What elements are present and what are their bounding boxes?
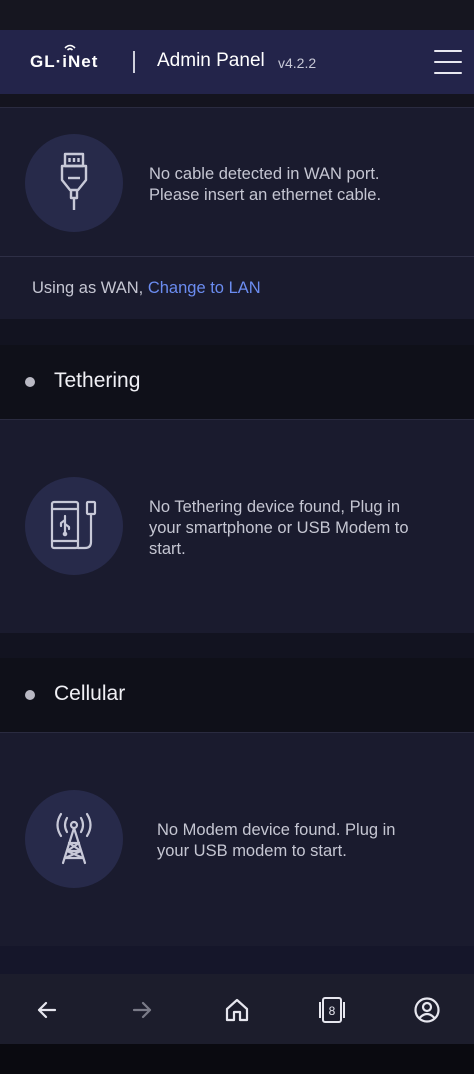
cellular-title: Cellular — [54, 682, 126, 705]
app-header: GL·iNet Admin Panel v4.2.2 — [0, 30, 474, 94]
profile-icon[interactable] — [411, 994, 443, 1026]
wan-mode-text: Using as WAN, Change to LAN — [32, 279, 261, 297]
section-gap — [0, 319, 474, 345]
home-icon[interactable] — [221, 994, 253, 1026]
cell-tower-icon — [25, 790, 123, 888]
cellular-status-message: No Modem device found. Plug in your USB … — [157, 821, 396, 860]
logo-text: GL·iNet — [30, 52, 99, 71]
scroll-fade — [0, 946, 474, 974]
cellular-header: Cellular — [0, 658, 474, 733]
tethering-card: Tethering No Tethering device found, Plu… — [0, 345, 474, 633]
wan-status-message: No cable detected in WAN port. Please in… — [149, 165, 382, 204]
section-gap — [0, 633, 474, 658]
wan-card: No cable detected in WAN port. Please in… — [0, 107, 474, 320]
page-title: Admin Panel — [157, 50, 265, 71]
divider — [0, 256, 474, 257]
arrow-right-icon[interactable] — [126, 994, 158, 1026]
tethering-status-message: No Tethering device found, Plug in your … — [149, 498, 409, 558]
status-dot — [25, 690, 35, 700]
logo-wifi-icon — [64, 44, 76, 51]
tethering-header: Tethering — [0, 345, 474, 420]
phone-usb-icon — [25, 477, 123, 575]
system-gesture-bar — [0, 1044, 474, 1074]
status-dot — [25, 377, 35, 387]
tabs-icon[interactable]: 8 — [316, 994, 348, 1026]
firmware-version: v4.2.2 — [278, 55, 317, 71]
browser-nav-bar: 8 — [0, 974, 474, 1044]
status-bar — [0, 0, 474, 30]
change-to-lan-link[interactable]: Change to LAN — [148, 279, 261, 297]
ethernet-cable-icon — [25, 134, 123, 232]
gl-inet-logo[interactable]: GL·iNet — [30, 44, 99, 72]
cellular-card: Cellular No Modem device found. Plug in … — [0, 658, 474, 946]
tethering-title: Tethering — [54, 369, 141, 392]
arrow-left-icon[interactable] — [31, 994, 63, 1026]
header-divider — [133, 51, 135, 73]
tabs-count: 8 — [329, 1004, 336, 1018]
hamburger-menu-icon[interactable] — [434, 50, 462, 74]
